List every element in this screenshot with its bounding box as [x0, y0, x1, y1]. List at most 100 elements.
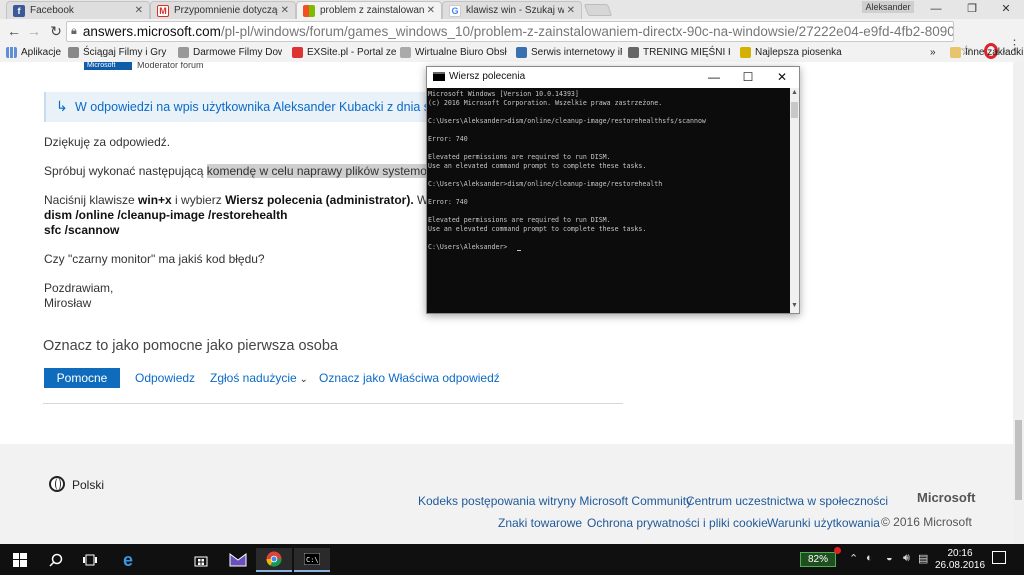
cmd-scrollbar[interactable]: ▲ ▼	[790, 88, 799, 313]
browser-chrome: f Facebook ✕ M Przypomnienie dotyczące ✕…	[0, 0, 1024, 62]
command-prompt-window[interactable]: Wiersz polecenia — ☐ ✕ Microsoft Windows…	[426, 66, 800, 314]
tab-gmail[interactable]: M Przypomnienie dotyczące ✕	[150, 1, 296, 19]
footer-link-trademarks[interactable]: Znaki towarowe	[498, 516, 582, 530]
cmd-titlebar[interactable]: Wiersz polecenia — ☐ ✕	[427, 67, 799, 87]
keys-text: win+x	[138, 193, 172, 207]
clock-time: 20:16	[947, 548, 973, 559]
cmd-console[interactable]: Microsoft Windows [Version 10.0.14393] (…	[427, 88, 790, 313]
post-thanks: Dziękuję za odpowiedź.	[44, 135, 171, 149]
battery-indicator[interactable]: 82%	[800, 552, 836, 567]
start-icon[interactable]	[2, 548, 38, 572]
console-line: C:\Users\Aleksander>dism/online/cleanup-…	[428, 180, 663, 188]
skype-icon[interactable]: ◐	[866, 552, 873, 564]
bookmark-item[interactable]: Najlepsza piosenka o	[740, 45, 844, 60]
action-center-icon[interactable]	[992, 551, 1006, 564]
tab-answers-microsoft[interactable]: problem z zainstalowanie ✕	[296, 1, 442, 19]
bookmarks-overflow[interactable]: »	[930, 45, 936, 60]
minimize-icon[interactable]: —	[697, 69, 731, 85]
keyboard-icon[interactable]: ▤	[918, 552, 928, 565]
bookmark-label: Darmowe Filmy Dow	[193, 47, 282, 58]
edge-icon[interactable]: e	[110, 548, 146, 572]
bookmark-item[interactable]: Ściągaj Filmy i Gry be	[68, 45, 168, 60]
footer-link-participation-center[interactable]: Centrum uczestnictwa w społeczności	[686, 494, 888, 508]
report-label: Zgłoś nadużycie	[210, 371, 297, 385]
console-line: Error: 740	[428, 198, 468, 206]
bookmark-item[interactable]: Serwis internetowy iP	[516, 45, 622, 60]
mark-answer-button[interactable]: Oznacz jako Właściwa odpowiedź	[319, 371, 500, 385]
tab-google-search[interactable]: G klawisz win - Szukaj w Go ✕	[442, 1, 582, 19]
taskbar-clock[interactable]: 20:16 26.08.2016	[932, 548, 988, 572]
footer-link-terms[interactable]: Warunki użytkowania	[767, 516, 880, 530]
instruction-text: Naciśnij klawisze	[44, 193, 139, 207]
report-abuse-button[interactable]: Zgłoś nadużycie ⌄	[210, 371, 308, 385]
close-icon[interactable]: ✕	[567, 5, 575, 16]
minimize-icon[interactable]: —	[918, 0, 954, 18]
bookmark-item[interactable]: Wirtualne Biuro Obsł	[400, 45, 508, 60]
close-icon[interactable]: ✕	[281, 5, 289, 16]
new-tab-button[interactable]	[583, 4, 613, 16]
close-icon[interactable]: ✕	[427, 5, 435, 16]
bookmark-label: Ściągaj Filmy i Gry be	[83, 47, 168, 58]
bookmark-label: TRENING MIĘŚNI KLA	[643, 47, 730, 58]
cmd-taskbar-icon[interactable]: C:\	[294, 548, 330, 572]
globe-icon	[49, 476, 65, 492]
profile-button[interactable]: Aleksander	[862, 1, 914, 13]
post-question: Czy "czarny monitor" ma jakiś kod błędu?	[44, 252, 265, 266]
tab-label: Przypomnienie dotyczące	[174, 5, 278, 16]
task-view-icon[interactable]	[72, 548, 108, 572]
reply-to-link[interactable]: W odpowiedzi na wpis użytkownika Aleksan…	[75, 100, 468, 114]
bookmark-item[interactable]: EXSite.pl - Portal ze w	[292, 45, 396, 60]
console-line: C:\Users\Aleksander>dism/online/cleanup-…	[428, 117, 706, 125]
close-icon[interactable]: ✕	[135, 5, 143, 16]
footer-link-code-of-conduct[interactable]: Kodeks postępowania witryny Microsoft Co…	[418, 494, 692, 508]
address-bar[interactable]: 🔒︎ answers.microsoft.com/pl-pl/windows/f…	[66, 21, 954, 42]
mail-app-icon[interactable]	[220, 548, 256, 572]
reply-button[interactable]: Odpowiedz	[135, 371, 195, 385]
bookmark-label: EXSite.pl - Portal ze w	[307, 47, 396, 58]
footer-link-privacy[interactable]: Ochrona prywatności i pliki cookie	[587, 516, 768, 530]
restore-icon[interactable]: ❐	[954, 0, 990, 18]
scrollbar-thumb[interactable]	[1015, 420, 1022, 500]
console-line: C:\Users\Aleksander>	[428, 243, 508, 251]
svg-text:C:\: C:\	[306, 556, 319, 564]
store-icon[interactable]	[183, 548, 219, 572]
network-icon[interactable]: ◒	[886, 552, 893, 564]
suggestion-text: Spróbuj wykonać następującą	[44, 164, 207, 178]
chevron-up-icon[interactable]: ⌃	[849, 552, 858, 565]
bookmark-label: Serwis internetowy iP	[531, 47, 622, 58]
chrome-icon[interactable]	[256, 548, 292, 572]
search-icon[interactable]	[38, 548, 74, 572]
close-window-icon[interactable]: ✕	[988, 0, 1024, 18]
volume-icon[interactable]: 🔊︎	[903, 552, 910, 565]
bookmark-apps[interactable]: Aplikacje	[6, 45, 61, 60]
maximize-icon[interactable]: ☐	[731, 69, 765, 85]
chevron-down-icon: ⌄	[296, 374, 308, 385]
scrollbar-thumb[interactable]	[791, 102, 798, 118]
notification-dot-icon	[834, 547, 841, 554]
microsoft-icon	[303, 4, 315, 17]
forward-icon[interactable]: →	[24, 22, 44, 40]
page-scrollbar[interactable]	[1013, 62, 1024, 544]
lock-icon: 🔒︎	[71, 25, 77, 37]
tab-facebook[interactable]: f Facebook ✕	[6, 1, 150, 19]
browser-toolbar: ← → ↻ 🔒︎ answers.microsoft.com/pl-pl/win…	[0, 20, 1024, 59]
post-author: Mirosław	[44, 296, 92, 310]
apps-icon	[6, 47, 17, 58]
scroll-up-icon[interactable]: ▲	[790, 89, 799, 96]
bookmark-item[interactable]: Darmowe Filmy Dow	[178, 45, 282, 60]
helpful-button[interactable]: Pomocne	[44, 368, 120, 388]
bookmark-item[interactable]: TRENING MIĘŚNI KLA	[628, 45, 730, 60]
console-line: Error: 740	[428, 135, 468, 143]
command-sfc: sfc /scannow	[44, 223, 120, 237]
copyright: © 2016 Microsoft	[881, 515, 972, 529]
microsoft-brand: Microsoft	[917, 490, 976, 505]
reload-icon[interactable]: ↻	[46, 22, 66, 40]
moderator-badge: Microsoft	[84, 62, 132, 70]
scroll-down-icon[interactable]: ▼	[790, 302, 799, 309]
bookmarks-bar: Aplikacje Ściągaj Filmy i Gry be Darmowe…	[0, 43, 1024, 62]
back-icon[interactable]: ←	[4, 22, 24, 40]
other-bookmarks[interactable]: Inne zakładki	[950, 45, 1023, 60]
close-icon[interactable]: ✕	[765, 69, 799, 85]
bookmark-icon	[178, 47, 189, 58]
language-selector[interactable]: Polski	[72, 478, 104, 492]
